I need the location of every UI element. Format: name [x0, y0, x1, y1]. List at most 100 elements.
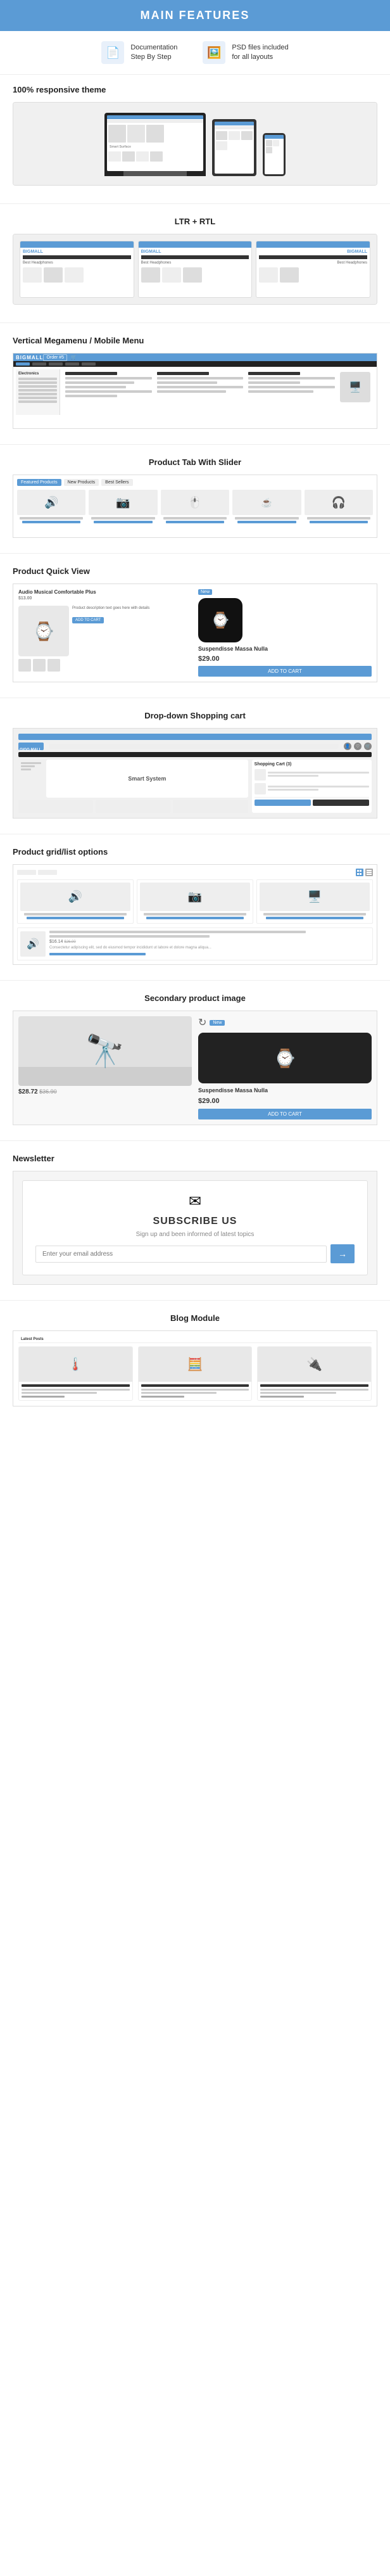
grid-view-icon[interactable]: [356, 869, 363, 876]
cart-wishlist-icon[interactable]: ♡: [354, 743, 362, 750]
feature-psd-line1: PSD files included: [232, 43, 288, 53]
mega-dropdown: Electronics: [13, 367, 377, 418]
blog-card-2-img: 🧮: [139, 1347, 252, 1382]
blog-card-3-date: [260, 1396, 303, 1398]
prod-price-4: [237, 521, 296, 523]
device-phone: [263, 133, 286, 176]
feature-docs-line1: Documentation: [130, 43, 177, 53]
section-quick-view: Product Quick View Audio Musical Comfort…: [0, 556, 390, 695]
newsletter-title: SUBSCRIBE US: [35, 1216, 355, 1227]
qv-right-panel: New ⌚ Suspendisse Massa Nulla $29.00 ADD…: [198, 589, 372, 677]
cart-item-1-img: [255, 769, 266, 781]
section-ltr-rtl-title: LTR + RTL: [13, 217, 377, 226]
qv-left-panel: Audio Musical Comfortable Plus$13.00 ⌚ P…: [18, 589, 192, 677]
blog-card-2-text-2: [141, 1392, 217, 1394]
mega-sidebar: Electronics: [16, 369, 60, 415]
blog-section-header: Latest Posts: [18, 1336, 372, 1343]
cart-mockup: GIGG·MALL 👤 ♡ 🛒: [13, 728, 377, 819]
cart-dropdown-panel: Shopping Cart (3): [252, 760, 372, 813]
section-quick-view-title: Product Quick View: [13, 566, 377, 576]
ltr-screen: BIGMALL Best Headphones: [20, 241, 134, 298]
sec-main-product-img: 🔭: [18, 1016, 192, 1086]
qv-thumb-2[interactable]: [33, 659, 46, 672]
secondary-img-mockup: 🔭 $28.72 $36.90 ↻ New ⌚ Suspendisse Mass…: [13, 1011, 377, 1125]
ltr-rtl-mockup-container: BIGMALL Best Headphones BIGMALL Best He: [13, 234, 377, 305]
grid-product-1-price: [27, 917, 124, 919]
section-product-tab-title: Product Tab With Slider: [13, 457, 377, 467]
cart-logo-row: GIGG·MALL 👤 ♡ 🛒: [18, 743, 372, 750]
device-tablet: [212, 119, 256, 176]
responsive-mockup: Smart Surface: [13, 103, 377, 185]
blog-card-3-text-2: [260, 1392, 336, 1394]
ltr-rtl-mockup: BIGMALL Best Headphones BIGMALL Best He: [13, 234, 377, 304]
qv-thumb-3[interactable]: [47, 659, 60, 672]
qv-thumb-1[interactable]: [18, 659, 31, 672]
qv-product-price: $29.00: [198, 655, 372, 663]
grid-product-1: 🔊: [17, 879, 134, 924]
blog-card-2-date: [141, 1396, 184, 1398]
feature-item-psd: 🖼️ PSD files included for all layouts: [203, 41, 288, 64]
qv-product-title: Suspendisse Massa Nulla: [198, 646, 372, 652]
section-product-tab: Product Tab With Slider Featured Product…: [0, 447, 390, 551]
prod-card-2: 📷: [89, 490, 157, 525]
gl-top-bar: [17, 869, 373, 876]
blog-card-2-title: [141, 1384, 249, 1387]
section-secondary-img: Secondary product image 🔭 $28.72 $36.90 …: [0, 983, 390, 1138]
megamenu-mockup: BIGMALL Order #5 🛒 Electronics: [13, 353, 377, 429]
prod-img-2: 📷: [89, 490, 157, 515]
sec-product-title: Suspendisse Massa Nulla: [198, 1087, 372, 1094]
blog-card-2-body: [139, 1382, 252, 1400]
newsletter-subtitle: Sign up and been informed of latest topi…: [35, 1231, 355, 1238]
grid-product-2: 📷: [137, 879, 253, 924]
psd-icon: 🖼️: [203, 41, 225, 64]
section-megamenu: Vertical Megamenu / Mobile Menu BIGMALL …: [0, 326, 390, 442]
prod-price-5: [310, 521, 368, 523]
qv-new-badge: New: [198, 589, 212, 595]
grid-product-3-price: [266, 917, 363, 919]
cart-nav-bar: [18, 752, 372, 757]
blog-card-1-body: [19, 1382, 132, 1400]
sec-add-to-cart-button[interactable]: ADD TO CART: [198, 1109, 372, 1119]
grid-product-2-title: [144, 913, 246, 915]
prod-name-3: [163, 517, 227, 520]
newsletter-email-input[interactable]: [35, 1246, 327, 1263]
qv-add-to-cart-button[interactable]: ADD TO CART: [198, 666, 372, 677]
ltr-mid-screen: BIGMALL Best Headphones: [138, 241, 253, 298]
main-title: MAIN FEATURES: [13, 9, 377, 22]
phone-screen: [265, 135, 284, 174]
blog-card-1-text-2: [22, 1392, 97, 1394]
sec-right-panel: ↻ New ⌚ Suspendisse Massa Nulla $29.00 A…: [198, 1016, 372, 1119]
refresh-icon: ↻: [198, 1016, 206, 1029]
cart-item-1-info: [268, 772, 369, 778]
cart-left-hero: Smart System: [18, 760, 248, 813]
prod-card-1: 🔊: [17, 490, 85, 525]
section-grid-list: Product grid/list options: [0, 837, 390, 978]
grid-product-3-img: 🖥️: [260, 883, 370, 911]
cart-item-2-img: [255, 783, 266, 794]
blog-card-1-text-1: [22, 1389, 130, 1391]
cart-cart-icon[interactable]: 🛒: [364, 743, 372, 750]
mega-col-1: [65, 372, 152, 412]
section-cart-title: Drop-down Shopping cart: [13, 711, 377, 720]
tab-featured[interactable]: Featured Products: [17, 479, 61, 486]
cart-header-bar: [18, 734, 372, 740]
sec-watch-image: ⌚: [198, 1033, 372, 1083]
device-desktop: Smart Surface: [104, 113, 206, 176]
sec-price-row: $28.72 $36.90: [18, 1088, 192, 1095]
cart-user-icon[interactable]: 👤: [344, 743, 351, 750]
blog-card-1: 🌡️: [18, 1346, 133, 1401]
responsive-mockup-container: Smart Surface: [13, 102, 377, 186]
blog-card-1-img: 🌡️: [19, 1347, 132, 1382]
feature-psd-line2: for all layouts: [232, 53, 288, 62]
cart-hero-text: Smart System: [128, 775, 166, 782]
newsletter-submit-button[interactable]: →: [330, 1244, 355, 1263]
section-blog-title: Blog Module: [13, 1313, 377, 1323]
blog-card-1-title: [22, 1384, 130, 1387]
newsletter-envelope-icon: ✉: [35, 1192, 355, 1211]
tab-new[interactable]: New Products: [64, 479, 99, 486]
list-view-icon[interactable]: [365, 869, 373, 876]
tab-bestsellers[interactable]: Best Sellers: [101, 479, 132, 486]
qv-thumbnails: [18, 659, 192, 672]
prod-img-1: 🔊: [17, 490, 85, 515]
cart-logo-text: GIGG·MALL: [18, 747, 42, 753]
